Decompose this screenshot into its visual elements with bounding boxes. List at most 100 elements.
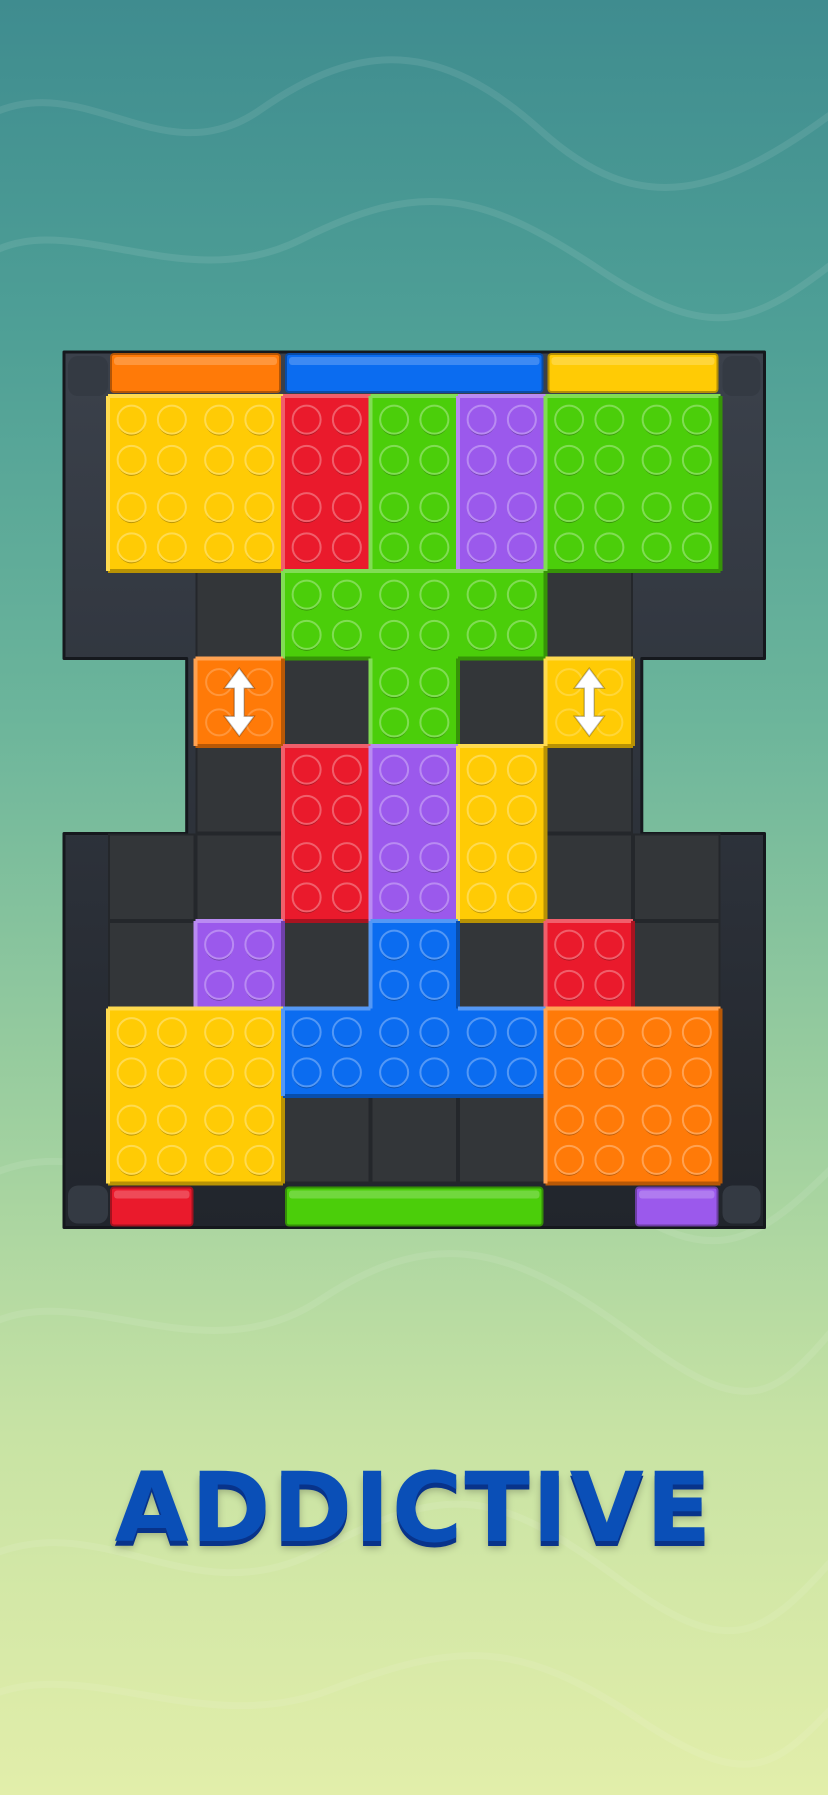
stud [379, 444, 410, 475]
stud [506, 794, 537, 825]
red-small-block[interactable] [543, 919, 635, 1011]
green-block-top[interactable] [368, 394, 460, 573]
red-block-middle[interactable] [281, 744, 373, 923]
orange-small-block[interactable] [193, 656, 285, 748]
orange-block-bottom-right[interactable] [543, 1006, 723, 1186]
stud [506, 532, 537, 563]
stud [331, 532, 362, 563]
stud [291, 532, 322, 563]
stud [594, 404, 625, 435]
green-block-top-right[interactable] [543, 394, 723, 573]
stud [641, 492, 672, 523]
purple-block-top[interactable] [456, 394, 548, 573]
stud [156, 1017, 187, 1048]
exit-highlight [639, 1190, 715, 1199]
stud [419, 882, 450, 913]
board-cell [545, 833, 633, 921]
stud [506, 842, 537, 873]
stud [379, 1057, 410, 1088]
stud [506, 1017, 537, 1048]
stud [466, 492, 497, 523]
stud [244, 444, 275, 475]
yellow-block-top-left[interactable] [106, 394, 285, 573]
board-cell [633, 833, 721, 921]
stud [681, 1104, 712, 1135]
stud [554, 492, 585, 523]
board-cell [195, 746, 283, 834]
stud [641, 444, 672, 475]
stud [244, 404, 275, 435]
stud [379, 707, 410, 738]
stud [204, 444, 235, 475]
frame-corner [68, 356, 108, 396]
stud [291, 1057, 322, 1088]
stud [419, 754, 450, 785]
yellow-block-middle[interactable] [456, 744, 548, 923]
stud [244, 532, 275, 563]
stud [641, 404, 672, 435]
stud [244, 929, 275, 960]
stud [291, 404, 322, 435]
stud [681, 404, 712, 435]
stud [594, 929, 625, 960]
stud [204, 929, 235, 960]
stud [466, 842, 497, 873]
stud [641, 1017, 672, 1048]
exit-bottom-purple [635, 1186, 719, 1227]
board-cell [108, 833, 196, 921]
stud [466, 1017, 497, 1048]
stud [116, 1104, 147, 1135]
stud [244, 1017, 275, 1048]
stud [116, 1017, 147, 1048]
stud [419, 969, 450, 1000]
board-cell [283, 1096, 371, 1184]
exit-highlight [114, 357, 277, 365]
board-cell [283, 921, 371, 1009]
stud [594, 492, 625, 523]
purple-block-middle[interactable] [368, 744, 460, 923]
stud [594, 532, 625, 563]
stud [291, 882, 322, 913]
red-block-top[interactable] [281, 394, 373, 573]
stud [554, 1057, 585, 1088]
stud [681, 532, 712, 563]
stud [379, 882, 410, 913]
stud [291, 794, 322, 825]
stud [156, 404, 187, 435]
stud [379, 532, 410, 563]
stud [379, 754, 410, 785]
stud [506, 444, 537, 475]
exit-highlight [289, 1190, 540, 1199]
stud [594, 1017, 625, 1048]
stud [681, 1017, 712, 1048]
stud [641, 1104, 672, 1135]
board-cell [195, 833, 283, 921]
stud [554, 1104, 585, 1135]
stud [641, 532, 672, 563]
stud [331, 444, 362, 475]
stud [379, 969, 410, 1000]
stud [506, 492, 537, 523]
purple-small-block[interactable] [193, 919, 285, 1011]
stud [204, 1057, 235, 1088]
stud [506, 579, 537, 610]
stud [554, 404, 585, 435]
stud [331, 1057, 362, 1088]
stud [419, 532, 450, 563]
stud [291, 1017, 322, 1048]
stud [379, 619, 410, 650]
stud [204, 404, 235, 435]
stud [466, 619, 497, 650]
stud [331, 882, 362, 913]
stud [594, 969, 625, 1000]
stud [116, 404, 147, 435]
stud [419, 842, 450, 873]
stud [331, 404, 362, 435]
stud [681, 1144, 712, 1175]
yellow-block-bottom-left[interactable] [106, 1006, 285, 1186]
stud [331, 754, 362, 785]
yellow-small-block[interactable] [543, 656, 635, 748]
board-cell [458, 658, 546, 746]
stud [244, 492, 275, 523]
stud [506, 619, 537, 650]
